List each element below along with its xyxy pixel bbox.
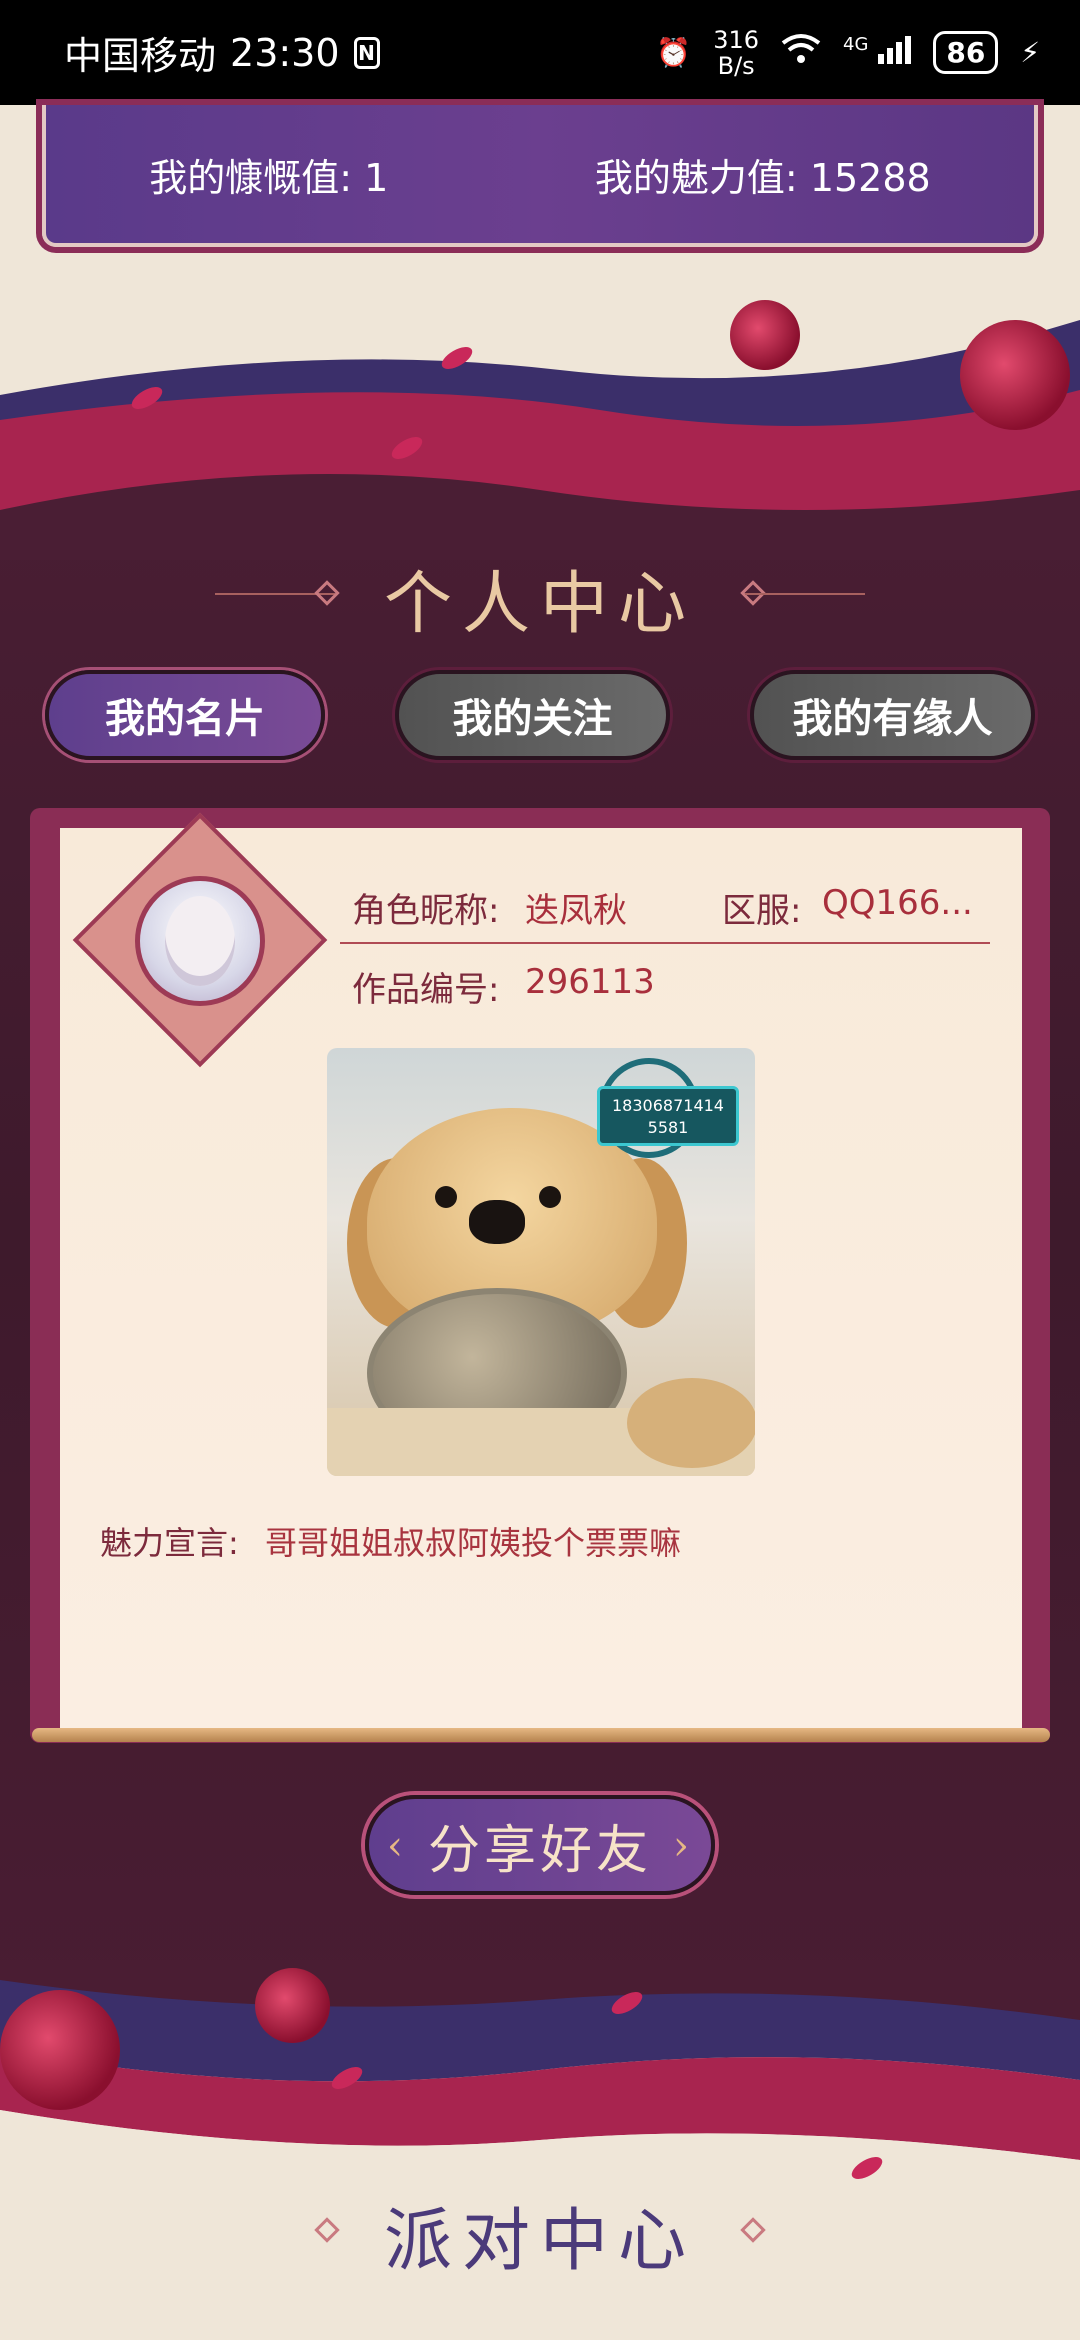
- generosity-value: 1: [364, 155, 389, 200]
- work-photo[interactable]: 18306871414 5581: [327, 1048, 755, 1476]
- party-center-title-wrap: 派对中心: [0, 2185, 1080, 2284]
- stats-card: 我的慷慨值: 1 我的魅力值: 15288: [42, 105, 1038, 247]
- rose-decoration: [0, 1990, 120, 2110]
- title-divider-right: [745, 593, 865, 595]
- dog-nose: [469, 1200, 525, 1244]
- decorative-wave-top: [0, 320, 1080, 560]
- personal-center-title: 个人中心: [383, 565, 696, 644]
- network-type: 4G: [843, 34, 869, 55]
- watermark-line-2: 5581: [647, 1118, 689, 1137]
- generosity-stat: 我的慷慨值: 1: [149, 147, 388, 202]
- network-speed-value: 316: [713, 25, 760, 54]
- info-divider: [340, 942, 990, 944]
- charm-stat: 我的魅力值: 15288: [595, 147, 931, 202]
- server-value: QQ166...: [822, 883, 973, 923]
- avatar: [135, 876, 265, 1006]
- personal-center-tabs: 我的名片 我的关注 我的有缘人: [40, 670, 1040, 765]
- personal-center-title-wrap: 个人中心: [0, 548, 1080, 647]
- alarm-icon: ⏰: [656, 36, 692, 69]
- tab-my-card[interactable]: 我的名片: [45, 670, 325, 760]
- declaration-value: 哥哥姐姐叔叔阿姨投个票票嘛: [265, 1524, 682, 1562]
- chevron-left-icon: ‹: [387, 1823, 407, 1869]
- decorative-wave-bottom: [0, 1960, 1080, 2200]
- charm-label: 我的魅力值:: [594, 155, 798, 200]
- clock: 23:30: [230, 30, 340, 75]
- network-speed: 316 B/s: [713, 27, 759, 79]
- battery-icon: 86: [933, 31, 999, 74]
- dog-eye-right: [539, 1186, 561, 1208]
- charm-value: 15288: [809, 155, 931, 200]
- tab-my-follows[interactable]: 我的关注: [395, 670, 670, 760]
- chevron-right-icon: ›: [673, 1823, 693, 1869]
- share-friends-button[interactable]: ‹ 分享好友 ›: [365, 1795, 715, 1895]
- rose-decoration: [255, 1968, 330, 2043]
- diamond-ornament-right: [740, 2217, 766, 2243]
- wifi-icon: [781, 33, 821, 72]
- party-center-title: 派对中心: [383, 2202, 696, 2281]
- photo-watermark: 18306871414 5581: [597, 1086, 739, 1146]
- generosity-label: 我的慷慨值:: [149, 155, 353, 200]
- tab-my-matches[interactable]: 我的有缘人: [750, 670, 1035, 760]
- rose-decoration: [960, 320, 1070, 430]
- charging-icon: ⚡: [1020, 36, 1040, 69]
- server-label: 区服:: [722, 891, 802, 931]
- diamond-ornament-left: [314, 2217, 340, 2243]
- rose-decoration: [730, 300, 800, 370]
- work-id-value: 296113: [525, 962, 655, 1002]
- watermark-line-1: 18306871414: [612, 1096, 724, 1115]
- profile-card-bottom-bar: [32, 1728, 1050, 1742]
- carrier-name: 中国移动: [64, 34, 217, 78]
- network-speed-unit: B/s: [717, 51, 755, 80]
- work-id-label: 作品编号:: [352, 970, 500, 1010]
- avatar-face: [165, 896, 235, 986]
- nfc-icon: N: [353, 36, 380, 69]
- nickname-label: 角色昵称:: [352, 891, 500, 931]
- dog-paw: [627, 1378, 755, 1468]
- cellular-icon: 4G: [843, 34, 912, 71]
- share-friends-label: 分享好友: [427, 1820, 652, 1881]
- nickname-value: 迭凤秋: [525, 891, 627, 931]
- diamond-ornament-left: [314, 580, 340, 606]
- declaration-label: 魅力宣言:: [100, 1524, 239, 1562]
- status-bar: 中国移动 23:30 N ⏰ 316 B/s 4G 86 ⚡: [0, 0, 1080, 105]
- dog-eye-left: [435, 1186, 457, 1208]
